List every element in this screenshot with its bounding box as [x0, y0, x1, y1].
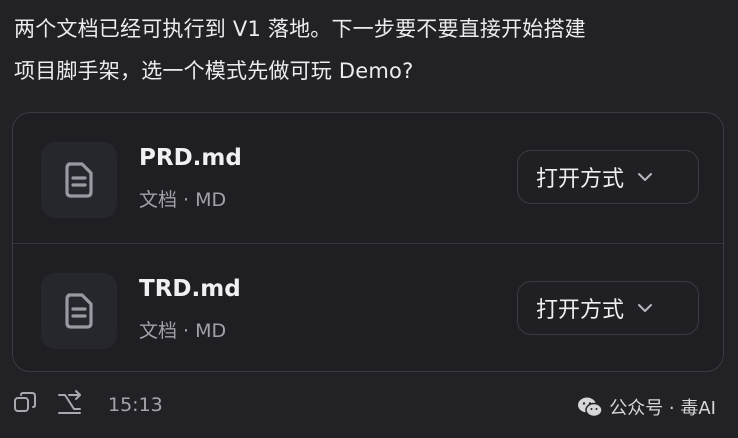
open-with-label: 打开方式 — [536, 167, 625, 192]
open-with-label: 打开方式 — [536, 298, 625, 323]
watermark-text: 公众号 · 毒AI — [609, 398, 716, 419]
message-timestamp: 15:13 — [108, 394, 163, 416]
file-name: PRD.md — [139, 145, 242, 171]
file-row-prd[interactable]: PRD.md 文档 · MD 打开方式 — [13, 113, 723, 243]
document-icon — [65, 293, 93, 329]
open-with-button[interactable]: 打开方式 — [517, 281, 699, 335]
copy-button[interactable] — [10, 388, 40, 418]
branch-button[interactable] — [54, 388, 84, 418]
file-name: TRD.md — [139, 276, 241, 302]
file-meta: 文档 · MD — [139, 320, 227, 342]
file-icon-box — [41, 273, 117, 349]
branch-icon — [58, 390, 81, 414]
assistant-message: 两个文档已经可执行到 V1 落地。下一步要不要直接开始搭建 项目脚手架，选一个模… — [14, 8, 726, 92]
file-attachments-card: PRD.md 文档 · MD 打开方式 TRD.md 文档 · MD 打开方式 — [12, 112, 724, 372]
watermark: 公众号 · 毒AI — [577, 394, 716, 420]
chevron-down-icon — [636, 302, 654, 314]
copy-icon — [14, 392, 36, 412]
message-toolbar: 15:13 公众号 · 毒AI — [10, 386, 728, 426]
wechat-icon — [578, 397, 603, 418]
message-line-2: 项目脚手架，选一个模式先做可玩 Demo? — [14, 59, 414, 83]
chevron-down-icon — [636, 171, 654, 183]
file-row-trd[interactable]: TRD.md 文档 · MD 打开方式 — [13, 243, 723, 371]
message-line-1: 两个文档已经可执行到 V1 落地。下一步要不要直接开始搭建 — [14, 17, 586, 41]
document-icon — [65, 162, 93, 198]
open-with-button[interactable]: 打开方式 — [517, 150, 699, 204]
file-icon-box — [41, 142, 117, 218]
chat-message-page: 两个文档已经可执行到 V1 落地。下一步要不要直接开始搭建 项目脚手架，选一个模… — [0, 0, 738, 438]
file-meta: 文档 · MD — [139, 189, 227, 211]
